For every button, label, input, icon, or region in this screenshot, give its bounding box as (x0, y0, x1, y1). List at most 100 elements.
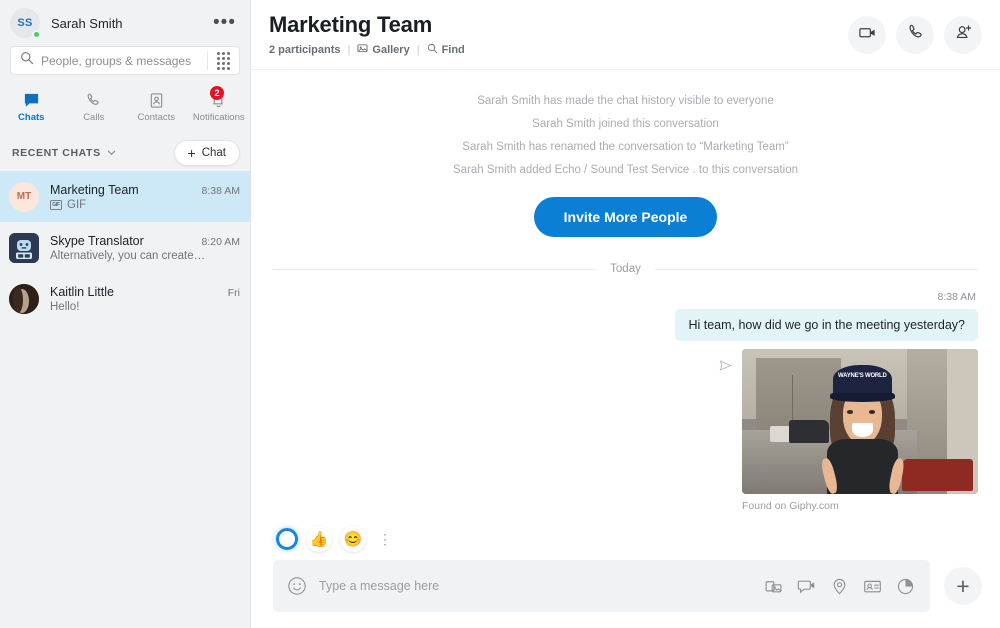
conversation-subheader: 2 participants | Gallery | Find (269, 43, 848, 57)
video-message-icon[interactable] (797, 577, 816, 596)
reaction-thumbs-up[interactable]: 👍 (306, 526, 332, 552)
tab-chats[interactable]: Chats (0, 85, 63, 129)
add-people-button[interactable] (944, 15, 982, 54)
search-box[interactable] (10, 46, 240, 75)
find-button[interactable]: Find (427, 43, 465, 57)
poll-icon[interactable] (896, 577, 915, 596)
day-divider-label: Today (610, 263, 641, 275)
gallery-label: Gallery (372, 44, 410, 56)
avatar (9, 283, 39, 314)
gallery-icon (357, 43, 368, 57)
divider (654, 268, 978, 270)
main-panel: Marketing Team 2 participants | Gallery … (251, 0, 1000, 628)
reaction-smile[interactable]: 😊 (340, 526, 366, 552)
message-bubble[interactable]: Hi team, how did we go in the meeting ye… (675, 309, 978, 341)
chat-list: MT Marketing Team 8:38 AM GIF GIF Skype … (0, 171, 250, 628)
gif-caption: Found on Giphy.com (742, 500, 839, 512)
avatar (9, 232, 39, 263)
chevron-down-icon[interactable] (107, 144, 116, 162)
phone-icon (906, 23, 925, 47)
sidebar: SS Sarah Smith ••• Chats (0, 0, 251, 628)
new-chat-label: Chat (201, 147, 226, 159)
gif-message-row: WAYNE'S WORLD Found on Giphy.com (273, 349, 978, 512)
tab-notifications[interactable]: Notifications 2 (188, 85, 251, 129)
new-chat-button[interactable]: + Chat (173, 140, 240, 166)
chat-item-name: Skype Translator (50, 233, 144, 248)
message-list: Sarah Smith has made the chat history vi… (251, 70, 1000, 518)
chat-list-item-skype-translator[interactable]: Skype Translator 8:20 AM Alternatively, … (0, 222, 250, 273)
contact-card-icon[interactable] (863, 577, 882, 596)
participants-count[interactable]: 2 participants (269, 44, 341, 56)
reaction-more-icon[interactable]: ⋮ (374, 532, 396, 546)
message-row: Hi team, how did we go in the meeting ye… (273, 309, 978, 341)
invite-more-people-wrap: Invite More People (273, 197, 978, 237)
invite-more-people-button[interactable]: Invite More People (533, 197, 718, 237)
reaction-bar: 👍 😊 ⋮ (251, 518, 1000, 560)
conversation-header-left: Marketing Team 2 participants | Gallery … (269, 12, 848, 57)
avatar[interactable]: SS (10, 8, 41, 39)
chat-item-preview: Alternatively, you can create… (50, 249, 206, 262)
gif-cap-text: WAYNE'S WORLD (838, 372, 887, 379)
search-input[interactable] (41, 47, 207, 74)
plus-icon: + (187, 145, 196, 161)
chat-item-name: Marketing Team (50, 182, 139, 197)
video-call-button[interactable] (848, 15, 886, 54)
conversation-header-actions (848, 15, 982, 54)
chat-list-item-marketing-team[interactable]: MT Marketing Team 8:38 AM GIF GIF (0, 171, 250, 222)
recent-chats-title: RECENT CHATS (12, 147, 101, 159)
profile-row[interactable]: SS Sarah Smith ••• (0, 2, 250, 44)
video-camera-icon (858, 23, 877, 47)
divider: | (347, 44, 351, 56)
conversation-header: Marketing Team 2 participants | Gallery … (251, 0, 1000, 70)
system-message: Sarah Smith has made the chat history vi… (477, 95, 774, 107)
search-icon (427, 43, 438, 57)
message-input[interactable] (319, 560, 764, 612)
add-attachment-button[interactable]: + (944, 567, 982, 605)
system-message: Sarah Smith added Echo / Sound Test Serv… (453, 164, 798, 176)
system-message: Sarah Smith has renamed the conversation… (462, 141, 789, 153)
profile-name: Sarah Smith (51, 15, 123, 31)
chat-item-preview: Hello! (50, 300, 80, 313)
emoji-smiley-icon[interactable] (287, 576, 307, 596)
search-icon (20, 51, 34, 70)
location-icon[interactable] (830, 577, 849, 596)
compose-box[interactable] (273, 560, 930, 612)
gif-message-image[interactable]: WAYNE'S WORLD (742, 349, 978, 494)
recent-chats-header: RECENT CHATS + Chat (0, 135, 250, 171)
send-photo-icon[interactable] (764, 577, 783, 596)
audio-call-button[interactable] (896, 15, 934, 54)
compose-icons (764, 577, 921, 596)
chat-item-body: Skype Translator 8:20 AM Alternatively, … (50, 234, 240, 262)
day-divider: Today (273, 263, 978, 275)
search-row (0, 46, 250, 75)
gif-badge-icon: GIF (50, 199, 62, 210)
notifications-badge: 2 (210, 86, 224, 100)
chat-item-time: Fri (227, 286, 240, 299)
find-label: Find (441, 44, 465, 56)
chat-item-name: Kaitlin Little (50, 284, 114, 299)
tab-calls[interactable]: Calls (63, 85, 126, 129)
divider (273, 268, 597, 270)
chat-item-time: 8:38 AM (201, 184, 240, 197)
tab-calls-label: Calls (83, 111, 105, 123)
gallery-button[interactable]: Gallery (357, 43, 410, 57)
dialpad-icon[interactable] (208, 51, 239, 70)
tab-contacts[interactable]: Contacts (125, 85, 188, 129)
system-message: Sarah Smith joined this conversation (532, 118, 719, 130)
profile-more-icon[interactable]: ••• (211, 13, 238, 32)
skype-window: SS Sarah Smith ••• Chats (0, 0, 1000, 628)
divider: | (416, 44, 420, 56)
nav-tabs: Chats Calls Contacts Notifications 2 (0, 85, 250, 129)
chat-list-item-kaitlin-little[interactable]: Kaitlin Little Fri Hello! (0, 273, 250, 324)
compose-row: + (251, 560, 1000, 628)
person-add-icon (954, 23, 973, 47)
gif-block: WAYNE'S WORLD Found on Giphy.com (742, 349, 978, 512)
loading-ring-icon (276, 528, 298, 550)
avatar: MT (9, 181, 39, 212)
tab-chats-label: Chats (18, 111, 45, 123)
chat-item-preview: GIF (67, 198, 87, 211)
presence-online-indicator (32, 30, 41, 39)
message-timestamp: 8:38 AM (937, 291, 976, 303)
chat-item-body: Marketing Team 8:38 AM GIF GIF (50, 183, 240, 211)
page-title: Marketing Team (269, 12, 433, 37)
